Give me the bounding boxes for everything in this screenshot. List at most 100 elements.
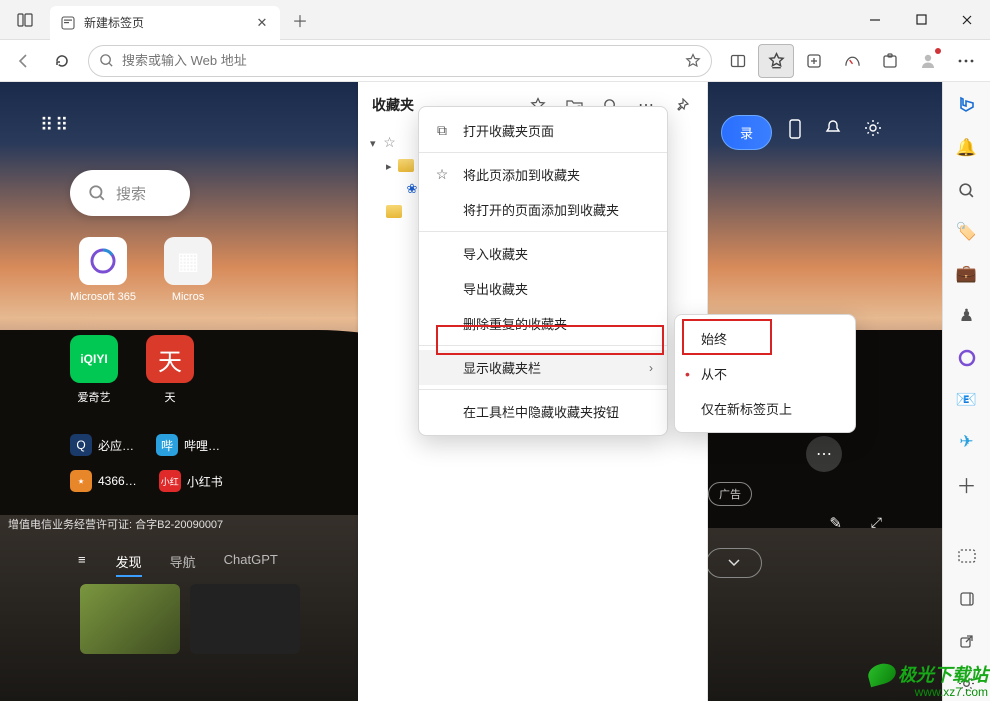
- folder-icon: [398, 159, 414, 172]
- watermark: 极光下载站 www.xz7.com: [868, 661, 988, 699]
- menu-export-favorites[interactable]: 导出收藏夹: [419, 271, 667, 306]
- tile-label: Micros: [172, 291, 204, 303]
- ntp-search-box[interactable]: 搜索: [70, 170, 190, 216]
- sidebar-external-icon[interactable]: [949, 623, 985, 659]
- tile-label: Microsoft 365: [70, 291, 136, 303]
- chevron-down-icon: [370, 135, 376, 150]
- watermark-logo-icon: [866, 661, 898, 688]
- menu-add-this-page[interactable]: ☆将此页添加到收藏夹: [419, 157, 667, 192]
- sidebar-notify-icon[interactable]: 🔔: [949, 130, 985, 166]
- quicklink-bilibili[interactable]: 哔哔哩…: [156, 434, 220, 456]
- refresh-button[interactable]: [44, 44, 80, 78]
- window-maximize-button[interactable]: [898, 0, 944, 40]
- tile-weather[interactable]: 天 天: [146, 335, 194, 405]
- search-icon: [88, 184, 106, 202]
- ntp-settings-icon[interactable]: [864, 119, 882, 137]
- ntp-search-hint: 搜索: [116, 183, 146, 204]
- show-favorites-bar-submenu: 始终 从不 仅在新标签页上: [674, 314, 856, 433]
- hamburger-icon[interactable]: ≡: [78, 552, 86, 577]
- quicklink-bing[interactable]: Q必应…: [70, 434, 134, 456]
- license-text: 增值电信业务经营许可证: 合字B2-20090007: [8, 516, 223, 532]
- submenu-newtab-only[interactable]: 仅在新标签页上: [675, 391, 855, 426]
- expand-icon[interactable]: ⤢: [871, 514, 882, 531]
- tile-m365[interactable]: Microsoft 365: [70, 237, 136, 303]
- collections-button[interactable]: [796, 44, 832, 78]
- settings-more-button[interactable]: [948, 44, 984, 78]
- login-button[interactable]: 录: [721, 115, 772, 150]
- new-tab-button[interactable]: ＋: [286, 6, 314, 34]
- back-button[interactable]: [6, 44, 42, 78]
- weather-icon: 天: [146, 335, 194, 383]
- split-screen-button[interactable]: [720, 44, 756, 78]
- feed-tab-chatgpt[interactable]: ChatGPT: [224, 552, 278, 577]
- menu-label: 将打开的页面添加到收藏夹: [463, 200, 619, 219]
- quicklink-4366[interactable]: ٭4366…: [70, 470, 137, 492]
- window-close-button[interactable]: [944, 0, 990, 40]
- feed-tab-discover[interactable]: 发现: [116, 552, 142, 577]
- ms-icon: ▦: [164, 237, 212, 285]
- ql-label: 小红书: [187, 473, 223, 490]
- ql-label: 哔哩…: [184, 437, 220, 454]
- tile-iqiyi[interactable]: iQIYI 爱奇艺: [70, 335, 118, 405]
- window-minimize-button[interactable]: [852, 0, 898, 40]
- feed-card[interactable]: [190, 584, 300, 654]
- browser-tab[interactable]: 新建标签页 ✕: [50, 6, 280, 40]
- mobile-icon[interactable]: [788, 119, 802, 139]
- bing-icon: Q: [70, 434, 92, 456]
- search-icon: [99, 53, 114, 68]
- profile-button[interactable]: [910, 44, 946, 78]
- star-outline-icon: ☆: [382, 134, 398, 150]
- menu-open-favorites-page[interactable]: ⧉打开收藏夹页面: [419, 113, 667, 148]
- menu-label: 打开收藏夹页面: [463, 121, 554, 140]
- sidebar-screenshot-icon[interactable]: [949, 539, 985, 575]
- sidebar-shopping-icon[interactable]: 🏷️: [949, 214, 985, 250]
- edit-icon[interactable]: ✎: [829, 514, 842, 532]
- watermark-url: www.xz7.com: [915, 685, 988, 699]
- tab-actions-button[interactable]: [4, 3, 46, 37]
- menu-separator: [419, 152, 667, 153]
- chevron-right-icon: [386, 158, 392, 173]
- menu-remove-duplicates[interactable]: 删除重复的收藏夹: [419, 306, 667, 341]
- sidebar-games-icon[interactable]: ♟: [949, 298, 985, 334]
- menu-label: 从不: [701, 364, 727, 383]
- address-bar[interactable]: [88, 45, 712, 77]
- sidebar-search-icon[interactable]: [949, 172, 985, 208]
- menu-label: 导出收藏夹: [463, 279, 528, 298]
- feed-dropdown[interactable]: [706, 548, 762, 578]
- menu-add-open-pages[interactable]: 将打开的页面添加到收藏夹: [419, 192, 667, 227]
- menu-separator: [419, 345, 667, 346]
- menu-separator: [419, 231, 667, 232]
- extensions-button[interactable]: [872, 44, 908, 78]
- sidebar-add-icon[interactable]: ＋: [949, 466, 985, 502]
- tile-microsoft[interactable]: ▦ Micros: [164, 237, 212, 303]
- apps-launcher-icon[interactable]: ⠿⠿: [40, 115, 70, 136]
- menu-hide-favorites-button[interactable]: 在工具栏中隐藏收藏夹按钮: [419, 394, 667, 429]
- notifications-icon[interactable]: [824, 119, 842, 137]
- submenu-always[interactable]: 始终: [675, 321, 855, 356]
- menu-show-favorites-bar[interactable]: 显示收藏夹栏›: [419, 350, 667, 385]
- quicklink-xhs[interactable]: 小红小红书: [159, 470, 223, 492]
- sidebar-m365-icon[interactable]: [949, 340, 985, 376]
- favorite-star-icon[interactable]: [685, 53, 701, 69]
- tab-close-button[interactable]: ✕: [254, 15, 270, 31]
- bing-chat-icon[interactable]: [949, 88, 985, 124]
- performance-button[interactable]: [834, 44, 870, 78]
- pin-panel-button[interactable]: [667, 90, 697, 120]
- tab-title: 新建标签页: [84, 14, 246, 31]
- address-input[interactable]: [122, 53, 677, 68]
- xhs-icon: 小红: [159, 470, 181, 492]
- feed-tab-nav[interactable]: 导航: [170, 552, 196, 577]
- feed-card[interactable]: [80, 584, 180, 654]
- tile-label: 爱奇艺: [78, 389, 111, 405]
- sidebar-send-icon[interactable]: ✈: [949, 424, 985, 460]
- card-more-button[interactable]: ⋯: [806, 436, 842, 472]
- favorites-button[interactable]: [758, 44, 794, 78]
- sidebar-hide-icon[interactable]: [949, 581, 985, 617]
- menu-import-favorites[interactable]: 导入收藏夹: [419, 236, 667, 271]
- ql-label: 4366…: [98, 474, 137, 488]
- submenu-never[interactable]: 从不: [675, 356, 855, 391]
- menu-label: 将此页添加到收藏夹: [463, 165, 580, 184]
- sidebar-tools-icon[interactable]: 💼: [949, 256, 985, 292]
- m365-icon: [79, 237, 127, 285]
- sidebar-outlook-icon[interactable]: 📧: [949, 382, 985, 418]
